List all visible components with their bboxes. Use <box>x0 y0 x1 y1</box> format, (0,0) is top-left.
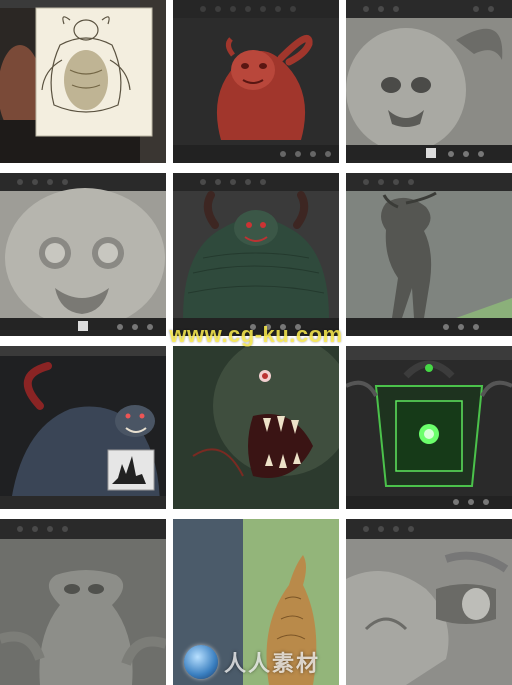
grey-alien-torso-screenshot <box>0 519 166 685</box>
grey-skull-image <box>346 0 512 163</box>
mechanical-sculpt-image <box>346 519 512 685</box>
red-bust-screenshot <box>173 0 339 163</box>
golden-creature-image <box>173 519 339 685</box>
face-closeup-screenshot <box>0 173 166 336</box>
painted-demon-screenshot <box>0 346 166 509</box>
mouth-closeup-screenshot <box>173 346 339 509</box>
red-bust-image <box>173 0 339 163</box>
alien-creature-image <box>346 173 512 336</box>
lantern-image <box>346 346 512 509</box>
painted-demon-image <box>0 346 166 509</box>
concept-sketch-screenshot <box>0 0 166 163</box>
golden-creature-screenshot <box>173 519 339 685</box>
mouth-closeup-image <box>173 346 339 509</box>
concept-sketch-image <box>0 0 166 163</box>
green-bust-image <box>173 173 339 336</box>
mechanical-sculpt-screenshot <box>346 519 512 685</box>
grey-skull-screenshot <box>346 0 512 163</box>
face-closeup-image <box>0 173 166 336</box>
lantern-screenshot <box>346 346 512 509</box>
green-bust-screenshot <box>173 173 339 336</box>
grey-alien-torso-image <box>0 519 166 685</box>
alien-creature-screenshot <box>346 173 512 336</box>
